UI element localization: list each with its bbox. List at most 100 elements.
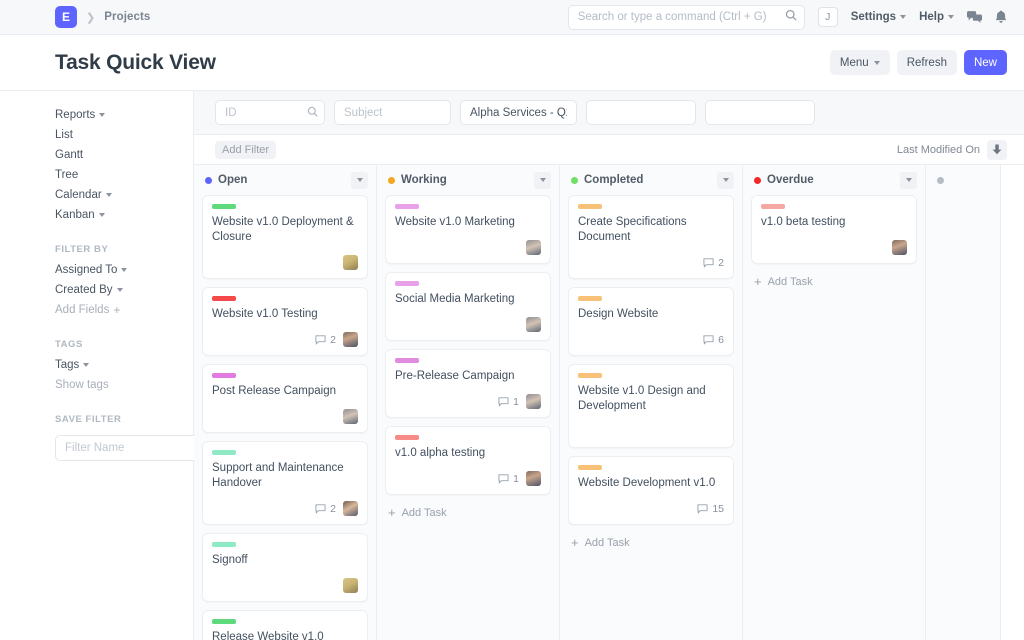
subject-filter-input[interactable] xyxy=(334,100,451,125)
filter-input-4[interactable] xyxy=(586,100,696,125)
filter-bar xyxy=(194,91,1024,135)
card-footer: 6 xyxy=(578,331,724,348)
card-assignee-avatar[interactable] xyxy=(526,471,541,486)
refresh-button[interactable]: Refresh xyxy=(897,50,957,75)
filter-actions: Add Filter Last Modified On xyxy=(194,135,1024,165)
chat-icon[interactable] xyxy=(967,10,982,24)
app-logo[interactable]: E xyxy=(55,6,77,28)
comment-count: 2 xyxy=(315,334,336,346)
kanban-card[interactable]: Website v1.0 Deployment & Closure xyxy=(202,195,368,279)
menu-button[interactable]: Menu xyxy=(830,50,890,75)
kanban-card[interactable]: Support and Maintenance Handover 2 xyxy=(202,441,368,525)
kanban-card[interactable]: Post Release Campaign xyxy=(202,364,368,433)
status-dot xyxy=(205,177,212,184)
bell-icon[interactable] xyxy=(995,10,1007,24)
chevron-down-icon xyxy=(99,213,105,217)
chevron-down-icon[interactable] xyxy=(351,172,368,189)
kanban-column-body: Website v1.0 Deployment & Closure Websit… xyxy=(194,195,376,640)
status-dot xyxy=(388,177,395,184)
sidebar-filter-created-by[interactable]: Created By xyxy=(55,280,193,300)
comment-count: 2 xyxy=(315,503,336,515)
add-task-button[interactable]: + Add Task xyxy=(751,272,917,298)
sort-field-label[interactable]: Last Modified On xyxy=(897,144,980,156)
sidebar-tags-dropdown[interactable]: Tags xyxy=(55,355,193,375)
card-footer: 2 xyxy=(212,500,358,517)
card-assignee-avatar[interactable] xyxy=(892,240,907,255)
card-title: Create Specifications Document xyxy=(578,215,724,245)
sidebar-add-fields[interactable]: Add Fields + xyxy=(55,300,193,320)
kanban-card[interactable]: v1.0 beta testing xyxy=(751,195,917,264)
nav-settings[interactable]: Settings xyxy=(851,11,906,23)
kanban-card[interactable]: Website v1.0 Marketing xyxy=(385,195,551,264)
sidebar-item-label: Add Fields xyxy=(55,300,109,320)
sidebar-show-tags[interactable]: Show tags xyxy=(55,375,193,395)
add-filter-button[interactable]: Add Filter xyxy=(215,141,276,159)
comment-count: 6 xyxy=(703,334,724,346)
sidebar-item-tree[interactable]: Tree xyxy=(55,165,193,185)
sidebar-item-label: Kanban xyxy=(55,205,95,225)
chevron-down-icon[interactable] xyxy=(900,172,917,189)
add-task-button[interactable]: + Add Task xyxy=(568,533,734,559)
add-task-button[interactable]: + Add Task xyxy=(385,503,551,529)
kanban-card[interactable]: Create Specifications Document 2 xyxy=(568,195,734,279)
project-filter-input[interactable] xyxy=(460,100,577,125)
search-input[interactable] xyxy=(568,5,805,30)
filter-name-input[interactable] xyxy=(55,435,203,461)
card-footer xyxy=(212,408,358,425)
card-color-tag xyxy=(212,619,236,624)
kanban-card[interactable]: Website v1.0 Design and Development xyxy=(568,364,734,448)
sidebar-item-gantt[interactable]: Gantt xyxy=(55,145,193,165)
sidebar-item-list[interactable]: List xyxy=(55,125,193,145)
filter-input-5[interactable] xyxy=(705,100,815,125)
page-header: Task Quick View Menu Refresh New xyxy=(0,35,1024,91)
sidebar-item-calendar[interactable]: Calendar xyxy=(55,185,193,205)
chevron-down-icon xyxy=(99,113,105,117)
sidebar-item-label: Reports xyxy=(55,105,95,125)
card-color-tag xyxy=(578,204,602,209)
kanban-column-overdue: Overdue v1.0 beta testing + Add Task xyxy=(743,165,926,640)
chevron-down-icon[interactable] xyxy=(534,172,551,189)
sidebar-item-kanban[interactable]: Kanban xyxy=(55,205,193,225)
sidebar-heading-filter-by: FILTER BY xyxy=(55,244,193,255)
new-button[interactable]: New xyxy=(964,50,1007,75)
kanban-card[interactable]: Social Media Marketing xyxy=(385,272,551,341)
board-area: Add Filter Last Modified On Open xyxy=(194,91,1024,640)
card-assignee-avatar[interactable] xyxy=(343,578,358,593)
kanban-column-header: Working xyxy=(377,165,559,195)
card-color-tag xyxy=(212,204,236,209)
card-assignee-avatar[interactable] xyxy=(526,317,541,332)
chevron-down-icon xyxy=(117,288,123,292)
card-title: Release Website v1.0 xyxy=(212,630,358,640)
breadcrumb-item-projects[interactable]: Projects xyxy=(104,11,150,23)
card-assignee-avatar[interactable] xyxy=(343,332,358,347)
comment-count: 1 xyxy=(498,473,519,485)
sidebar-filter-assigned-to[interactable]: Assigned To xyxy=(55,260,193,280)
chevron-down-icon[interactable] xyxy=(717,172,734,189)
menu-button-label: Menu xyxy=(840,57,869,69)
avatar[interactable]: J xyxy=(818,7,838,27)
card-footer xyxy=(212,577,358,594)
card-assignee-avatar[interactable] xyxy=(526,240,541,255)
kanban-card[interactable]: v1.0 alpha testing 1 xyxy=(385,426,551,495)
id-filter-input[interactable] xyxy=(215,100,325,125)
card-assignee-avatar[interactable] xyxy=(343,255,358,270)
sidebar-item-reports[interactable]: Reports xyxy=(55,105,193,125)
chevron-down-icon xyxy=(948,15,954,19)
kanban-card[interactable]: Website v1.0 Testing 2 xyxy=(202,287,368,356)
kanban-card[interactable]: Release Website v1.0 xyxy=(202,610,368,640)
kanban-card[interactable]: Design Website 6 xyxy=(568,287,734,356)
chevron-down-icon xyxy=(106,193,112,197)
top-navbar: E ❯ Projects J Settings Help xyxy=(0,0,1024,35)
sidebar-item-label: Gantt xyxy=(55,145,83,165)
kanban-column-title: Open xyxy=(218,174,247,186)
card-assignee-avatar[interactable] xyxy=(343,409,358,424)
card-assignee-avatar[interactable] xyxy=(526,394,541,409)
nav-help[interactable]: Help xyxy=(919,11,954,23)
kanban-card[interactable]: Website Development v1.0 15 xyxy=(568,456,734,525)
kanban-card[interactable]: Signoff xyxy=(202,533,368,602)
card-assignee-avatar[interactable] xyxy=(343,501,358,516)
card-title: Post Release Campaign xyxy=(212,384,358,399)
kanban-card[interactable]: Pre-Release Campaign 1 xyxy=(385,349,551,418)
arrow-down-icon[interactable] xyxy=(987,140,1007,160)
card-color-tag xyxy=(395,358,419,363)
